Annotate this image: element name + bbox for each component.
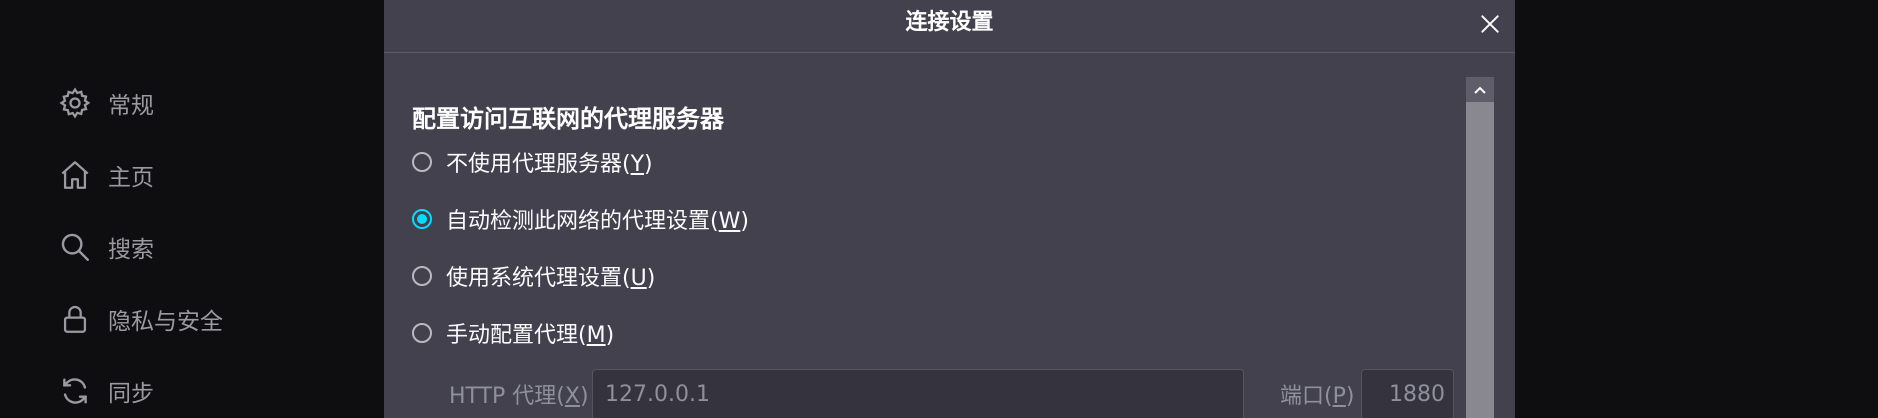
radio-auto-detect[interactable]: 自动检测此网络的代理设置(W) bbox=[412, 202, 749, 236]
sidebar-item-general[interactable]: 常规 bbox=[58, 83, 154, 123]
vertical-scrollbar[interactable] bbox=[1466, 77, 1494, 418]
radio-button[interactable] bbox=[412, 152, 432, 172]
port-input[interactable]: 1880 bbox=[1361, 369, 1454, 418]
chevron-up-icon bbox=[1474, 86, 1486, 94]
radio-button-selected[interactable] bbox=[412, 209, 432, 229]
radio-button[interactable] bbox=[412, 323, 432, 343]
sidebar-item-label: 常规 bbox=[108, 93, 154, 119]
http-proxy-label: HTTP 代理(X) bbox=[449, 384, 589, 409]
gear-icon bbox=[58, 86, 92, 120]
scroll-up-button[interactable] bbox=[1466, 77, 1494, 102]
close-icon bbox=[1481, 15, 1499, 33]
sidebar-item-label: 同步 bbox=[108, 381, 154, 407]
close-button[interactable] bbox=[1472, 6, 1508, 42]
radio-no-proxy[interactable]: 不使用代理服务器(Y) bbox=[412, 145, 653, 179]
radio-label: 不使用代理服务器(Y) bbox=[446, 152, 653, 177]
port-label: 端口(P) bbox=[1280, 384, 1355, 409]
sidebar-item-search[interactable]: 搜索 bbox=[58, 227, 154, 267]
sidebar-item-home[interactable]: 主页 bbox=[58, 155, 154, 195]
sidebar-item-label: 搜索 bbox=[108, 237, 154, 263]
screen: 常规 主页 搜索 隐私与安全 同步 连接设置 配置访问互联网的代理服务器 不使用… bbox=[0, 0, 1878, 418]
scrollbar-thumb[interactable] bbox=[1466, 102, 1494, 418]
radio-button[interactable] bbox=[412, 266, 432, 286]
section-heading: 配置访问互联网的代理服务器 bbox=[412, 105, 724, 133]
background-page-area bbox=[1515, 0, 1878, 418]
sync-icon bbox=[58, 374, 92, 408]
radio-label: 使用系统代理设置(U) bbox=[446, 266, 656, 291]
sidebar-item-label: 主页 bbox=[108, 165, 154, 191]
dialog-title: 连接设置 bbox=[905, 10, 994, 35]
radio-label: 自动检测此网络的代理设置(W) bbox=[446, 209, 749, 234]
radio-label: 手动配置代理(M) bbox=[446, 323, 615, 348]
dialog-content: 配置访问互联网的代理服务器 不使用代理服务器(Y) 自动检测此网络的代理设置(W… bbox=[384, 53, 1464, 418]
dialog-header: 连接设置 bbox=[384, 0, 1515, 53]
settings-sidebar: 常规 主页 搜索 隐私与安全 同步 bbox=[0, 0, 384, 418]
home-icon bbox=[58, 158, 92, 192]
sidebar-item-privacy[interactable]: 隐私与安全 bbox=[58, 299, 223, 339]
sidebar-item-sync[interactable]: 同步 bbox=[58, 371, 154, 411]
radio-system-proxy[interactable]: 使用系统代理设置(U) bbox=[412, 259, 655, 293]
connection-settings-dialog: 连接设置 配置访问互联网的代理服务器 不使用代理服务器(Y) 自动检测此网络的代… bbox=[384, 0, 1515, 418]
http-proxy-input[interactable]: 127.0.0.1 bbox=[592, 369, 1244, 418]
lock-icon bbox=[58, 302, 92, 336]
radio-manual-proxy[interactable]: 手动配置代理(M) bbox=[412, 316, 614, 350]
search-icon bbox=[58, 230, 92, 264]
sidebar-item-label: 隐私与安全 bbox=[108, 309, 223, 335]
